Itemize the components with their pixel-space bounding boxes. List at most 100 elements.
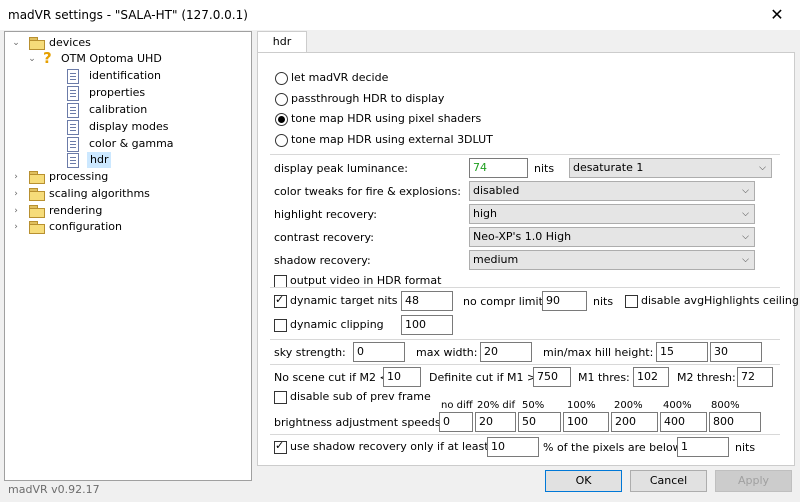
shadow-select[interactable]: medium ⌵	[469, 250, 755, 270]
no-compr-input[interactable]: 90	[542, 291, 587, 311]
expand-icon[interactable]: ›	[11, 186, 21, 202]
radio-button[interactable]	[275, 113, 288, 126]
tree-item-processing[interactable]: › processing	[11, 169, 211, 185]
checkbox[interactable]	[274, 319, 287, 332]
chevron-down-icon: ⌵	[759, 163, 766, 173]
document-icon	[67, 103, 79, 118]
expand-icon[interactable]: ›	[11, 203, 21, 219]
shadow-only-percent-input[interactable]: 10	[487, 437, 539, 457]
question-icon: ?	[43, 49, 52, 67]
fire-select[interactable]: disabled ⌵	[469, 181, 755, 201]
folder-icon	[29, 188, 45, 201]
radio-let-madvr-decide[interactable]: let madVR decide	[275, 71, 575, 87]
brightness-input[interactable]: 200	[611, 412, 658, 432]
tree-item-calibration[interactable]: calibration	[67, 102, 217, 118]
brightness-input[interactable]: 0	[439, 412, 473, 432]
tree-label: color & gamma	[89, 137, 174, 150]
tree-item-identification[interactable]: identification	[67, 68, 217, 84]
collapse-icon[interactable]: ⌄	[11, 35, 21, 51]
radio-button[interactable]	[275, 134, 288, 147]
checkbox[interactable]	[274, 293, 287, 308]
ok-button[interactable]: OK	[545, 470, 622, 492]
chevron-down-icon: ⌵	[742, 186, 749, 196]
checkbox[interactable]	[625, 295, 638, 308]
m1-thres-input[interactable]: 102	[633, 367, 669, 387]
sky-strength-label: sky strength:	[274, 346, 346, 359]
contrast-select[interactable]: Neo-XP's 1.0 High ⌵	[469, 227, 755, 247]
radio-pixel-shaders[interactable]: tone map HDR using pixel shaders	[275, 112, 575, 128]
brightness-input[interactable]: 20	[475, 412, 516, 432]
select-value: disabled	[473, 184, 520, 197]
radio-label: let madVR decide	[291, 71, 389, 84]
brightness-input[interactable]: 50	[518, 412, 561, 432]
checkbox-label: dynamic target nits	[290, 294, 398, 307]
checkbox-label: dynamic clipping	[290, 318, 384, 331]
brightness-header: 200%	[614, 400, 643, 411]
tree-item-properties[interactable]: properties	[67, 85, 217, 101]
brightness-header: 800%	[711, 400, 740, 411]
expand-icon[interactable]: ›	[11, 219, 21, 235]
no-scene-cut-input[interactable]: 10	[383, 367, 421, 387]
brightness-header: 20% dif	[477, 400, 516, 411]
dynamic-target-checkbox[interactable]: dynamic target nits	[274, 293, 398, 310]
tree-item-configuration[interactable]: › configuration	[11, 219, 211, 235]
close-button[interactable]: ✕	[754, 0, 800, 30]
document-icon	[67, 69, 79, 84]
checkbox[interactable]	[274, 391, 287, 404]
tree-item-devices[interactable]: ⌄ devices	[11, 35, 211, 51]
dynamic-target-input[interactable]: 48	[401, 291, 453, 311]
brightness-input[interactable]: 800	[709, 412, 761, 432]
checkbox-label: disable avgHighlights ceiling	[641, 294, 799, 307]
dynamic-clipping-checkbox[interactable]: dynamic clipping	[274, 318, 394, 334]
tree-label: hdr	[87, 152, 112, 168]
shadow-only-checkbox[interactable]: use shadow recovery only if at least:	[274, 439, 492, 456]
expand-icon[interactable]: ›	[11, 169, 21, 185]
hill-min-input[interactable]: 15	[656, 342, 708, 362]
tree-item-device[interactable]: ⌄ ? OTM Optoma UHD	[27, 49, 227, 67]
select-value: high	[473, 207, 497, 220]
tab-hdr[interactable]: hdr	[257, 31, 307, 54]
folder-icon	[29, 37, 45, 50]
radio-button[interactable]	[275, 93, 288, 106]
radio-button[interactable]	[275, 72, 288, 85]
radio-external-3dlut[interactable]: tone map HDR using external 3DLUT	[275, 133, 575, 149]
hill-max-input[interactable]: 30	[710, 342, 762, 362]
settings-window: madVR settings - "SALA-HT" (127.0.0.1) ✕…	[0, 0, 800, 502]
m2-thresh-input[interactable]: 72	[737, 367, 773, 387]
no-compr-unit: nits	[593, 295, 614, 308]
collapse-icon[interactable]: ⌄	[27, 51, 37, 67]
peak-mode-select[interactable]: desaturate 1 ⌵	[569, 158, 772, 178]
cancel-button[interactable]: Cancel	[630, 470, 707, 492]
no-scene-cut-label: No scene cut if M2 <	[274, 371, 389, 384]
tree-label: devices	[49, 36, 91, 49]
disable-avg-checkbox[interactable]: disable avgHighlights ceiling	[625, 294, 799, 310]
divider	[270, 154, 780, 155]
brightness-header: 400%	[663, 400, 692, 411]
chevron-down-icon: ⌵	[742, 232, 749, 242]
radio-passthrough[interactable]: passthrough HDR to display	[275, 92, 575, 108]
dynamic-clipping-input[interactable]: 100	[401, 315, 453, 335]
sky-strength-input[interactable]: 0	[353, 342, 405, 362]
tree-label: configuration	[49, 220, 122, 233]
brightness-input[interactable]: 400	[660, 412, 707, 432]
checkbox[interactable]	[274, 439, 287, 454]
document-icon	[67, 153, 79, 168]
tree-item-rendering[interactable]: › rendering	[11, 203, 211, 219]
definite-cut-input[interactable]: 750	[533, 367, 571, 387]
shadow-only-unit: nits	[735, 441, 756, 454]
brightness-input[interactable]: 100	[563, 412, 609, 432]
version-label: madVR v0.92.17	[8, 483, 100, 496]
disable-sub-checkbox[interactable]: disable sub of prev frame	[274, 390, 431, 406]
apply-button[interactable]: Apply	[715, 470, 792, 492]
tree-item-display-modes[interactable]: display modes	[67, 119, 217, 135]
checkbox-label: output video in HDR format	[290, 274, 442, 287]
max-width-input[interactable]: 20	[480, 342, 532, 362]
highlight-select[interactable]: high ⌵	[469, 204, 755, 224]
tree-item-hdr[interactable]: hdr	[67, 152, 217, 168]
shadow-only-nits-input[interactable]: 1	[677, 437, 729, 457]
peak-luminance-input[interactable]: 74	[469, 158, 528, 178]
tree-item-scaling[interactable]: › scaling algorithms	[11, 186, 211, 202]
tree-item-color-gamma[interactable]: color & gamma	[67, 136, 217, 152]
window-title: madVR settings - "SALA-HT" (127.0.0.1)	[8, 8, 248, 22]
peak-unit: nits	[534, 162, 555, 175]
